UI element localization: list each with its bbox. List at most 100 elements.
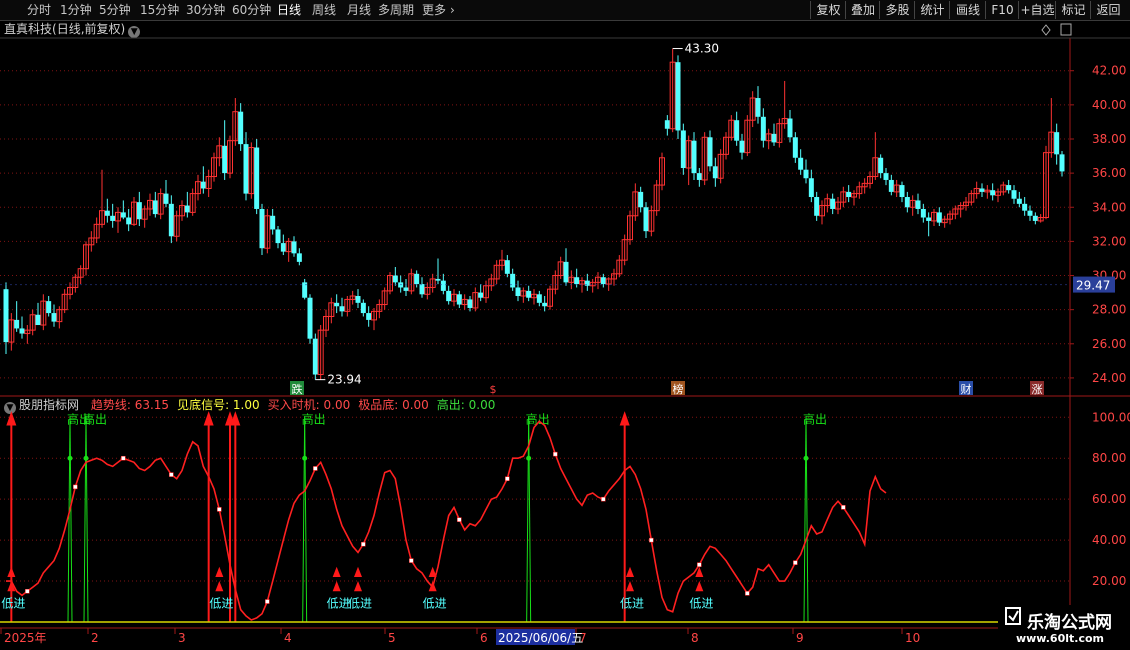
candle-body-up — [83, 244, 89, 270]
candle-body-up — [835, 201, 841, 210]
high-signal-spike-left — [67, 417, 71, 623]
price-tick-label: 42.00 — [1092, 64, 1126, 78]
tab-period-9[interactable]: 多周期 — [378, 1, 414, 19]
toolbar-button-5[interactable]: F10 — [985, 1, 1019, 19]
high-signal-spike-right — [85, 417, 89, 623]
toolbar-button-7[interactable]: 标记 — [1055, 1, 1091, 19]
candle-body-up — [957, 205, 964, 210]
trend-marker — [601, 496, 606, 502]
tab-period-3[interactable]: 15分钟 — [140, 1, 179, 19]
candle-body-down — [883, 173, 889, 180]
tab-period-1[interactable]: 1分钟 — [60, 1, 92, 19]
chevron-down-icon[interactable]: ▼ — [128, 26, 141, 38]
high-signal-dot — [803, 455, 809, 461]
candle-body-up — [451, 293, 457, 302]
time-axis-label: 2025年 — [4, 631, 47, 645]
toolbar-button-0[interactable]: 复权 — [810, 1, 846, 19]
tab-period-5[interactable]: 60分钟 — [232, 1, 271, 19]
toolbar-button-1[interactable]: 叠加 — [845, 1, 880, 19]
candle-body-down — [712, 166, 718, 179]
candle-body-up — [856, 186, 863, 195]
high-signal-spike-left — [803, 417, 807, 623]
candle-body-down — [446, 290, 452, 302]
candle-body-up — [67, 286, 73, 295]
candle-body-up — [611, 273, 617, 280]
candle-body-down — [542, 302, 548, 307]
tab-period-2[interactable]: 5分钟 — [99, 1, 131, 19]
toolbar-button-6[interactable]: +自选 — [1018, 1, 1056, 19]
candle-body-up — [531, 293, 537, 299]
tab-period-10[interactable]: 更多 — [422, 1, 446, 19]
high-signal-label: 高出 — [526, 411, 550, 426]
candle-body-up — [701, 136, 708, 181]
candle-body-up — [88, 237, 95, 246]
candle-body-up — [952, 208, 959, 215]
candle-body-down — [456, 294, 462, 305]
candle-body-down — [360, 302, 366, 314]
candle-body-down — [1032, 215, 1038, 221]
high-signal-spike-right — [528, 417, 532, 623]
candle-body-up — [851, 193, 857, 198]
candle-body-up — [669, 61, 676, 130]
low-entry-label: 低进 — [423, 597, 447, 611]
candle-body-down — [1059, 154, 1065, 172]
low-entry-triangle-upper — [354, 566, 362, 577]
candle-body-down — [536, 294, 542, 303]
candle-body-up — [387, 275, 393, 292]
candle-body-up — [189, 193, 196, 213]
candle-body-up — [376, 304, 383, 312]
candle-body-up — [728, 119, 735, 138]
candle-body-up — [931, 211, 937, 222]
price-tick-label: 36.00 — [1092, 166, 1126, 180]
indicator-field-3: 极品底: 0.00 — [358, 398, 429, 412]
candle-body-down — [243, 144, 249, 194]
candle-body-up — [547, 288, 553, 307]
tab-period-8[interactable]: 月线 — [347, 1, 371, 19]
price-tick-label: 34.00 — [1092, 200, 1126, 214]
trend-marker — [217, 507, 222, 512]
candle-body-up — [589, 281, 596, 287]
toolbar-button-4[interactable]: 画线 — [949, 1, 986, 19]
candle-body-up — [227, 140, 233, 174]
low-entry-triangle-lower — [626, 581, 634, 592]
low-entry-label: 低进 — [689, 597, 713, 611]
time-axis-label: 10 — [905, 631, 920, 645]
candle-body-up — [93, 223, 100, 239]
candle-body-up — [685, 140, 692, 169]
toolbar-button-8[interactable]: 返回 — [1090, 1, 1126, 19]
tab-period-6[interactable]: 日线 — [277, 1, 301, 19]
price-tick-label: 32.00 — [1092, 234, 1126, 248]
candle-body-down — [936, 212, 942, 223]
candle-body-down — [574, 277, 580, 285]
high-signal-dot — [83, 455, 89, 461]
candle-body-up — [173, 215, 180, 237]
candle-body-down — [467, 299, 473, 308]
candle-body-down — [707, 137, 713, 167]
current-price-box — [1073, 276, 1115, 293]
candle-body-down — [307, 297, 313, 339]
toolbar-button-2[interactable]: 多股 — [879, 1, 915, 19]
candle-body-down — [339, 306, 345, 312]
candle-body-down — [222, 145, 228, 174]
tab-period-7[interactable]: 周线 — [312, 1, 336, 19]
trend-marker — [553, 451, 558, 457]
candle-body-up — [776, 123, 783, 143]
candle-body-up — [147, 199, 153, 210]
stock-name: 直真科技 — [4, 22, 53, 36]
candle-body-up — [216, 145, 223, 159]
candle-body-up — [1048, 131, 1055, 154]
candle-body-up — [285, 240, 292, 253]
candle-body-up — [24, 329, 31, 335]
candle-body-up — [632, 191, 639, 217]
chevron-right-icon[interactable]: › — [450, 1, 455, 19]
candle-body-down — [254, 147, 260, 209]
candle-body-down — [46, 301, 52, 314]
tab-period-4[interactable]: 30分钟 — [186, 1, 225, 19]
chevron-down-icon[interactable]: ▼ — [4, 402, 16, 414]
low-entry-triangle-upper — [695, 566, 704, 577]
candle-body-down — [280, 243, 286, 252]
tab-period-0[interactable]: 分时 — [27, 1, 51, 19]
toolbar-button-3[interactable]: 统计 — [914, 1, 950, 19]
buy-arrow-head — [230, 411, 241, 426]
indicator-legend: ▼ 股朋指标网 趋势线: 63.15 见底信号: 1.00 买入时机: 0.00 极品底… — [4, 398, 497, 414]
